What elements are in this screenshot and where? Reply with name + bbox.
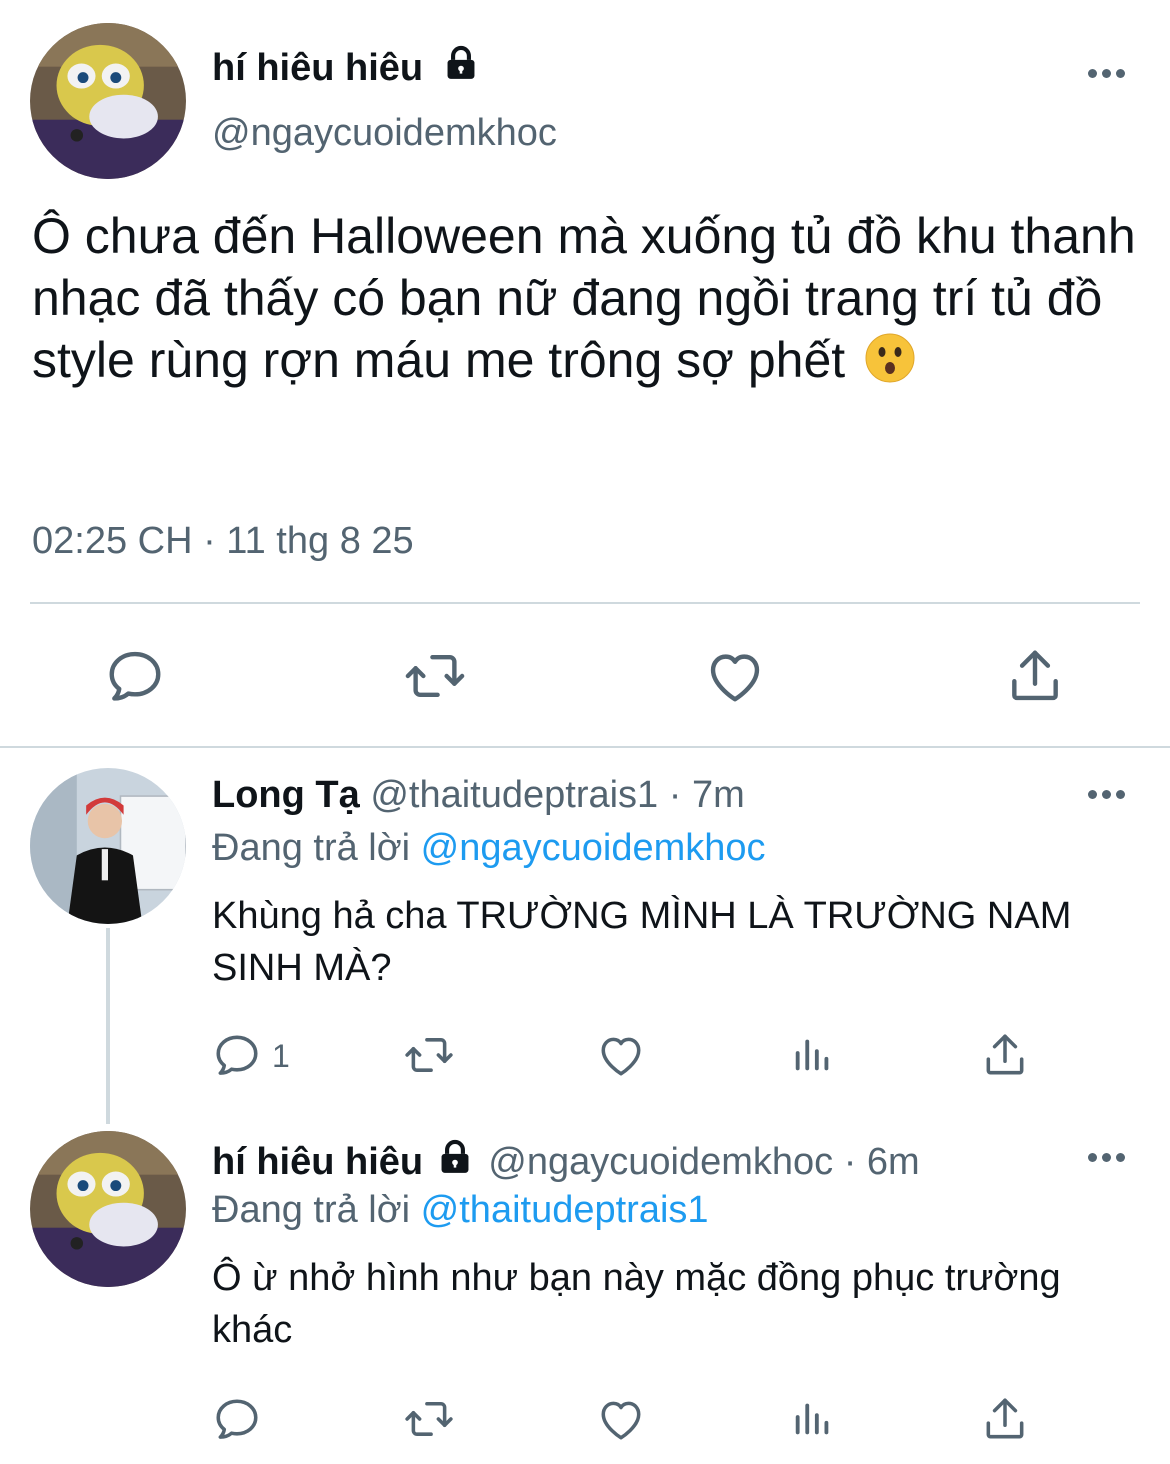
- share-icon[interactable]: [1004, 645, 1066, 707]
- reply-text: Khùng hả cha TRƯỜNG MÌNH LÀ TRƯỜNG NAM S…: [212, 895, 1072, 989]
- reply-header: Long Tạ @thaitudeptrais1 · 7m: [212, 774, 745, 817]
- tweet-timestamp[interactable]: 02:25 CH · 11 thg 8 25: [32, 520, 414, 563]
- share-icon[interactable]: [980, 1394, 1030, 1444]
- author-handle[interactable]: @ngaycuoidemkhoc: [488, 1141, 833, 1183]
- reply-count: 1: [272, 1038, 290, 1074]
- reply-icon[interactable]: [212, 1394, 262, 1444]
- tweet-body: Ô chưa đến Halloween mà xuống tủ đồ khu …: [32, 208, 1136, 388]
- share-icon[interactable]: [980, 1030, 1030, 1080]
- reply-header: hí hiêu hiêu @ngaycuoidemkhoc · 6m: [212, 1138, 920, 1186]
- like-icon[interactable]: [596, 1394, 646, 1444]
- more-options-icon[interactable]: [1088, 1153, 1128, 1163]
- reply-time[interactable]: · 6m: [844, 1141, 920, 1183]
- retweet-icon[interactable]: [402, 645, 468, 707]
- more-options-icon[interactable]: [1088, 69, 1128, 79]
- replying-to-label: Đang trả lời: [212, 827, 411, 869]
- reply-time[interactable]: · 7m: [669, 774, 745, 816]
- author-name[interactable]: hí hiêu hiêu: [212, 44, 480, 92]
- section-divider: [0, 746, 1170, 748]
- reply-text: Ô ừ nhở hình như bạn này mặc đồng phục t…: [212, 1257, 1061, 1351]
- display-name: hí hiêu hiêu: [212, 47, 424, 89]
- retweet-icon[interactable]: [402, 1394, 456, 1444]
- like-icon[interactable]: [596, 1030, 646, 1080]
- divider: [30, 602, 1140, 604]
- like-icon[interactable]: [704, 645, 766, 707]
- lock-icon: [442, 44, 480, 92]
- hushed-face-emoji: [865, 333, 915, 397]
- display-name[interactable]: Long Tạ: [212, 774, 360, 816]
- tweet-text: Ô chưa đến Halloween mà xuống tủ đồ khu …: [32, 205, 1142, 397]
- avatar[interactable]: [30, 1131, 186, 1287]
- analytics-icon[interactable]: [790, 1396, 836, 1442]
- author-handle[interactable]: @ngaycuoidemkhoc: [212, 112, 557, 155]
- author-handle[interactable]: @thaitudeptrais1: [370, 774, 658, 816]
- replying-to-link[interactable]: @thaitudeptrais1: [421, 1189, 709, 1231]
- replying-to-label: Đang trả lời: [212, 1189, 411, 1231]
- avatar[interactable]: [30, 768, 186, 924]
- replying-to: Đang trả lời @thaitudeptrais1: [212, 1189, 709, 1232]
- replying-to: Đang trả lời @ngaycuoidemkhoc: [212, 827, 766, 870]
- analytics-icon[interactable]: [790, 1032, 836, 1078]
- avatar[interactable]: [30, 23, 186, 179]
- replying-to-link[interactable]: @ngaycuoidemkhoc: [421, 827, 766, 869]
- lock-icon: [436, 1138, 474, 1186]
- more-options-icon[interactable]: [1088, 790, 1128, 800]
- thread-line: [106, 928, 110, 1124]
- display-name[interactable]: hí hiêu hiêu: [212, 1141, 423, 1183]
- reply-icon[interactable]: [212, 1030, 262, 1080]
- retweet-icon[interactable]: [402, 1030, 456, 1080]
- reply-icon[interactable]: [104, 645, 166, 707]
